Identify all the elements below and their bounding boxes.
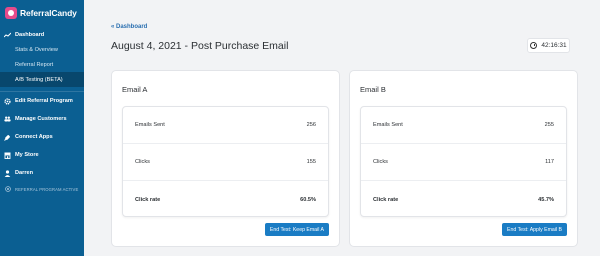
sidebar-item-label: Edit Referral Program bbox=[15, 98, 73, 104]
sidebar-item-label: My Store bbox=[15, 152, 39, 158]
sidebar-item-manage-customers[interactable]: Manage Customers bbox=[0, 110, 84, 128]
stat-label: Clicks bbox=[373, 159, 388, 165]
sidebar-item-dashboard[interactable]: Dashboard bbox=[0, 28, 84, 42]
table-row: Clicks 155 bbox=[123, 144, 328, 181]
stat-value: 117 bbox=[545, 159, 554, 165]
sidebar-item-connect-apps[interactable]: Connect Apps bbox=[0, 128, 84, 146]
chart-icon bbox=[4, 32, 11, 38]
user-icon bbox=[4, 169, 11, 177]
countdown-timer: 42:16:31 bbox=[527, 38, 570, 53]
stat-value: 155 bbox=[306, 159, 316, 165]
end-test-keep-email-a-button[interactable]: End Test: Keep Email A bbox=[264, 223, 329, 236]
table-row: Clicks 117 bbox=[361, 144, 566, 181]
sidebar-item-label: Manage Customers bbox=[15, 116, 67, 122]
sidebar-subitem-referral-report[interactable]: Referral Report bbox=[0, 57, 84, 72]
sidebar: ReferralCandy Dashboard Stats & Overview… bbox=[0, 0, 84, 256]
sidebar-subitem-ab-testing[interactable]: A/B Testing (BETA) bbox=[0, 72, 84, 87]
stat-value: 256 bbox=[306, 122, 316, 128]
program-status: REFERRAL PROGRAM ACTIVE bbox=[0, 182, 84, 196]
sidebar-item-edit-referral-program[interactable]: Edit Referral Program bbox=[0, 92, 84, 110]
stats-table: Emails Sent 255 Clicks 117 Click rate 45… bbox=[360, 106, 567, 217]
stat-label: Emails Sent bbox=[373, 122, 403, 128]
sidebar-item-my-store[interactable]: My Store bbox=[0, 146, 84, 164]
users-icon bbox=[4, 116, 11, 122]
brand-name: ReferralCandy bbox=[20, 8, 77, 18]
brand[interactable]: ReferralCandy bbox=[0, 0, 84, 26]
sidebar-item-label: Darren bbox=[15, 170, 34, 176]
timer-value: 42:16:31 bbox=[541, 42, 567, 49]
sidebar-item-label: Dashboard bbox=[15, 32, 45, 38]
email-b-card: Email B Emails Sent 255 Clicks 117 Click… bbox=[349, 70, 578, 247]
page-title: August 4, 2021 - Post Purchase Email bbox=[111, 40, 289, 52]
table-row: Click rate 60.5% bbox=[123, 181, 328, 218]
back-to-dashboard-link[interactable]: « Dashboard bbox=[111, 24, 147, 30]
main-content: « Dashboard August 4, 2021 - Post Purcha… bbox=[84, 0, 600, 256]
stat-label: Clicks bbox=[135, 159, 150, 165]
card-title: Email B bbox=[360, 85, 386, 94]
sidebar-item-label: Connect Apps bbox=[15, 134, 53, 140]
end-test-apply-email-b-button[interactable]: End Test: Apply Email B bbox=[502, 223, 567, 236]
sidebar-item-account[interactable]: Darren bbox=[0, 164, 84, 182]
stat-label: Click rate bbox=[135, 196, 161, 203]
sidebar-subitem-stats-overview[interactable]: Stats & Overview bbox=[0, 42, 84, 57]
email-a-card: Email A Emails Sent 256 Clicks 155 Click… bbox=[111, 70, 340, 247]
stat-value: 255 bbox=[544, 122, 554, 128]
stat-label: Emails Sent bbox=[135, 122, 165, 128]
stats-table: Emails Sent 256 Clicks 155 Click rate 60… bbox=[122, 106, 329, 217]
stat-value: 60.5% bbox=[300, 196, 316, 203]
stat-label: Click rate bbox=[373, 196, 399, 203]
table-row: Emails Sent 255 bbox=[361, 107, 566, 144]
referralcandy-logo-icon bbox=[5, 7, 17, 19]
gear-icon bbox=[4, 97, 11, 105]
stopwatch-icon bbox=[530, 42, 538, 49]
program-status-label: REFERRAL PROGRAM ACTIVE bbox=[15, 186, 79, 192]
table-row: Emails Sent 256 bbox=[123, 107, 328, 144]
status-icon bbox=[4, 186, 11, 192]
card-title: Email A bbox=[122, 85, 148, 94]
stat-value: 45.7% bbox=[538, 196, 554, 203]
plug-icon bbox=[4, 134, 11, 141]
table-row: Click rate 45.7% bbox=[361, 181, 566, 218]
store-icon bbox=[4, 152, 11, 159]
